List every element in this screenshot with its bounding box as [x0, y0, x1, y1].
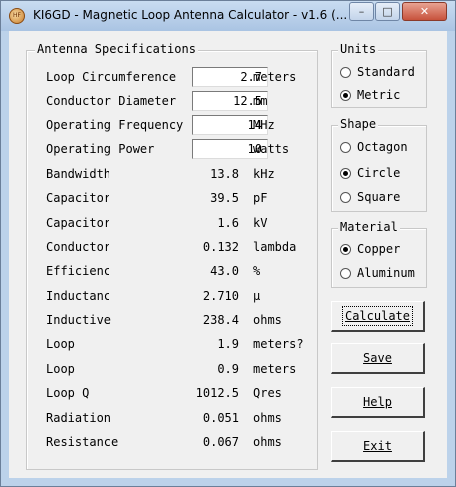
shape-title: Shape: [338, 117, 379, 131]
efficiency-value: 43.0: [210, 264, 239, 278]
resistance-label: Resistance: [46, 435, 119, 449]
app-icon: HF: [9, 8, 25, 24]
resistance-value: 0.067: [202, 435, 239, 449]
inductive-label: Inductive: [46, 313, 112, 327]
save-button[interactable]: Save: [331, 343, 425, 374]
loop-circumference-label: Loop Circumference: [46, 70, 177, 84]
inductive-value: 238.4: [202, 313, 239, 327]
inductance-unit: µ: [253, 289, 261, 303]
material-aluminum-label: Aluminum: [357, 266, 415, 280]
resistance-unit: ohms: [253, 435, 282, 449]
bandwidth-label: Bandwidth: [46, 167, 109, 181]
operating-power-label: Operating Power: [46, 142, 155, 156]
help-button[interactable]: Help: [331, 387, 425, 418]
radiation-value: 0.051: [202, 411, 239, 425]
exit-button[interactable]: Exit: [331, 431, 425, 462]
capacitor-voltage-label: Capacitor: [46, 216, 109, 230]
shape-circle-label: Circle: [357, 166, 401, 180]
title-bar[interactable]: HF KI6GD - Magnetic Loop Antenna Calcula…: [1, 1, 455, 31]
close-button[interactable]: ✕: [402, 2, 447, 21]
loop-label-1: Loop: [46, 337, 75, 351]
conductor-label: Conductor: [46, 240, 109, 254]
radio-circle[interactable]: [340, 66, 351, 78]
units-metric-radio[interactable]: Metric: [340, 86, 400, 104]
radio-circle[interactable]: [340, 141, 351, 153]
loop-value-1: 1.9: [217, 337, 239, 351]
radio-circle-selected[interactable]: [340, 89, 351, 101]
capacitor-voltage-unit: kV: [253, 216, 268, 230]
units-metric-label: Metric: [357, 88, 401, 102]
conductor-value: 0.132: [202, 240, 239, 254]
capacitor-label: Capacitor: [46, 191, 109, 205]
loop-unit-1: meters?: [253, 337, 304, 351]
material-title: Material: [338, 220, 400, 234]
inductance-label: Inductance: [46, 289, 109, 303]
radiation-label: Radiation: [46, 411, 112, 425]
loop-circumference-unit: meters: [253, 70, 297, 84]
inductance-value: 2.710: [202, 289, 239, 303]
units-title: Units: [338, 42, 379, 56]
radio-circle-selected[interactable]: [340, 243, 351, 255]
efficiency-unit: %: [253, 264, 261, 278]
calculate-button[interactable]: Calculate: [331, 301, 425, 332]
material-copper-radio[interactable]: Copper: [340, 240, 400, 258]
loop-label-2: Loop: [46, 362, 75, 376]
loop-q-value: 1012.5: [195, 386, 239, 400]
radiation-unit: ohms: [253, 411, 282, 425]
shape-octagon-radio[interactable]: Octagon: [340, 138, 408, 156]
conductor-unit: lambda: [253, 240, 297, 254]
units-standard-radio[interactable]: Standard: [340, 63, 415, 81]
shape-octagon-label: Octagon: [357, 140, 408, 154]
units-standard-label: Standard: [357, 65, 415, 79]
conductor-diameter-label: Conductor Diameter: [46, 94, 177, 108]
save-button-label: Save: [363, 351, 392, 365]
calculate-button-label: Calculate: [341, 306, 414, 326]
radio-circle[interactable]: [340, 191, 351, 203]
radio-circle[interactable]: [340, 267, 351, 279]
capacitor-voltage-value: 1.6: [217, 216, 239, 230]
maximize-button[interactable]: □: [375, 2, 400, 21]
shape-square-label: Square: [357, 190, 401, 204]
antenna-specifications-group: Antenna Specifications Loop Circumferenc…: [26, 42, 318, 470]
material-aluminum-radio[interactable]: Aluminum: [340, 264, 415, 282]
window-title: KI6GD - Magnetic Loop Antenna Calculator…: [33, 8, 348, 22]
loop-q-unit: Qres: [253, 386, 282, 400]
help-button-label: Help: [363, 395, 392, 409]
bandwidth-value: 13.8: [210, 167, 239, 181]
antenna-specifications-title: Antenna Specifications: [35, 42, 198, 56]
loop-unit-2: meters: [253, 362, 297, 376]
app-window: HF KI6GD - Magnetic Loop Antenna Calcula…: [0, 0, 456, 487]
material-group: Material Copper Aluminum: [331, 220, 427, 288]
shape-square-radio[interactable]: Square: [340, 188, 400, 206]
conductor-diameter-unit: mm: [253, 94, 268, 108]
capacitor-value: 39.5: [210, 191, 239, 205]
operating-power-unit: watts: [253, 142, 290, 156]
radio-circle-selected[interactable]: [340, 167, 351, 179]
minimize-button[interactable]: –: [349, 2, 374, 21]
loop-value-2: 0.9: [217, 362, 239, 376]
efficiency-label: Efficiency: [46, 264, 109, 278]
shape-circle-radio[interactable]: Circle: [340, 164, 400, 182]
bandwidth-unit: kHz: [253, 167, 275, 181]
client-area: Antenna Specifications Loop Circumferenc…: [9, 31, 447, 478]
material-copper-label: Copper: [357, 242, 401, 256]
capacitor-unit: pF: [253, 191, 268, 205]
exit-button-label: Exit: [363, 439, 392, 453]
loop-q-label: Loop Q: [46, 386, 90, 400]
operating-frequency-label: Operating Frequency: [46, 118, 184, 132]
units-group: Units Standard Metric: [331, 42, 427, 108]
inductive-unit: ohms: [253, 313, 282, 327]
operating-frequency-unit: MHz: [253, 118, 275, 132]
shape-group: Shape Octagon Circle Square: [331, 117, 427, 212]
